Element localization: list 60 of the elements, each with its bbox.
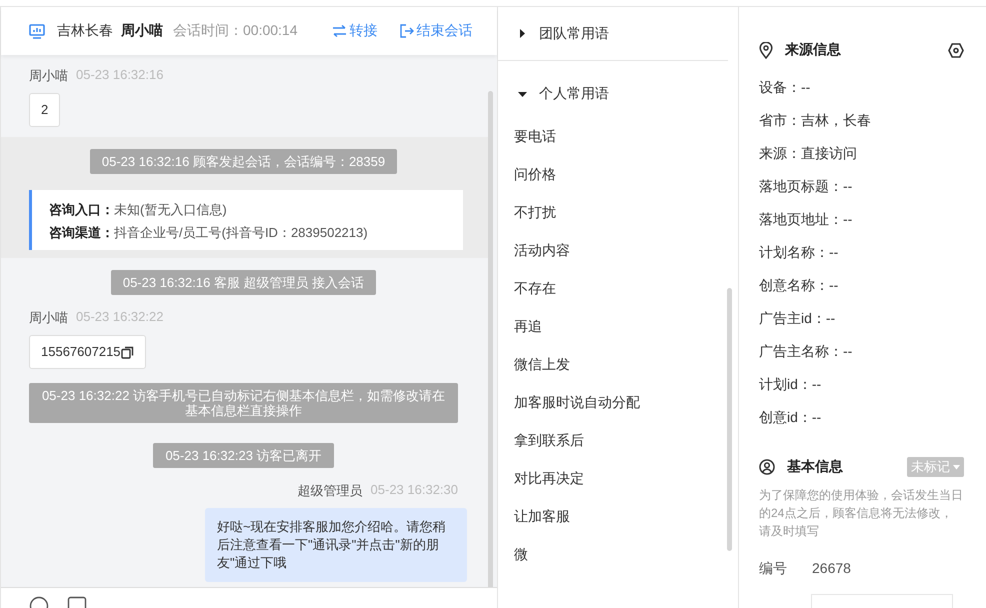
info-row-text: 落地页地址：--	[759, 210, 852, 229]
sender-name: 周小喵	[29, 67, 68, 85]
scrollbar[interactable]	[727, 288, 732, 551]
phrase-item[interactable]: 要电话	[498, 117, 718, 155]
visitor-location: 吉林长春	[57, 22, 113, 40]
caret-right-icon	[518, 29, 527, 38]
hexagon-settings-icon[interactable]	[948, 42, 964, 58]
info-row-text: 落地页标题：--	[759, 177, 852, 196]
scrollbar[interactable]	[488, 91, 493, 587]
sender-name: 周小喵	[29, 309, 68, 327]
entry-info-row-text: 咨询渠道：抖音企业号/员工号(抖音号ID：2839502213)	[49, 224, 369, 242]
system-notice: 05-23 16:32:16 顾客发起会话，会话编号：28359	[90, 149, 398, 174]
info-row-text: 计划id：--	[759, 375, 822, 394]
monitor-icon	[29, 24, 45, 38]
info-row-text: 省市：吉林，长春	[759, 111, 871, 130]
swap-arrows-icon	[332, 25, 346, 37]
caret-down-icon	[518, 90, 527, 98]
exit-icon	[400, 24, 414, 38]
info-row-text: 创意名称：--	[759, 276, 838, 295]
caret-down-icon	[953, 464, 960, 470]
phrase-item[interactable]: 对比再决定	[498, 459, 718, 497]
phrase-item[interactable]: 拿到联系后	[498, 421, 718, 459]
info-row-text: 创意id：--	[759, 408, 822, 427]
phrase-item[interactable]: 活动内容	[498, 231, 718, 269]
phrase-group-title: 团队常用语	[539, 24, 609, 42]
phrase-item[interactable]: 不存在	[498, 269, 718, 307]
entry-info-row-text: 咨询入口：未知(暂无入口信息)	[49, 201, 228, 219]
phrase-item[interactable]: 再追	[498, 307, 718, 345]
message-bubble: 2	[29, 93, 60, 127]
section-title: 来源信息	[785, 41, 841, 59]
phrase-item[interactable]: 问价格	[498, 155, 718, 193]
visitor-name: 周小喵	[121, 22, 163, 40]
sender-name: 超级管理员	[298, 482, 363, 500]
message-time: 05-23 16:32:30	[370, 482, 458, 499]
phrase-item[interactable]: 微	[498, 535, 718, 573]
phrase-item[interactable]: 让加客服	[498, 497, 718, 535]
info-row-text: 来源：直接访问	[759, 144, 857, 163]
location-pin-icon	[759, 42, 773, 58]
info-row-text: 设备：--	[759, 78, 810, 97]
message-text: 15567607215	[41, 344, 121, 360]
info-note: 为了保障您的使用体验，会话发生当日的24点之后，顾客信息将无法修改，请及时填写	[759, 487, 964, 540]
system-notice: 05-23 16:32:22 访客手机号已自动标记右侧基本信息栏，如需修改请在基本信息栏直接操作	[29, 383, 458, 423]
phrase-item[interactable]: 不打扰	[498, 193, 718, 231]
phrase-item[interactable]: 加客服时说自动分配	[498, 383, 718, 421]
info-row-text: 计划名称：--	[759, 243, 838, 262]
section-title: 基本信息	[787, 458, 843, 476]
system-notice: 05-23 16:32:23 访客已离开	[153, 443, 334, 468]
phrase-group-title: 个人常用语	[539, 85, 609, 103]
phrase-item[interactable]: 微信上发	[498, 345, 718, 383]
field-value: 26678	[812, 560, 851, 578]
copy-icon[interactable]	[120, 346, 134, 358]
message-bubble: 好哒~现在安排客服加您介绍哈。请您稍后注意查看一下"通讯录"并点击"新的朋友"通过下哦	[205, 508, 467, 582]
field-label: 编号	[759, 560, 788, 578]
system-notice: 05-23 16:32:16 客服 超级管理员 接入会话	[110, 270, 376, 295]
message-time: 05-23 16:32:22	[76, 309, 164, 326]
session-duration: 会话时间：00:00:14	[173, 22, 298, 40]
message-time: 05-23 16:32:16	[76, 67, 164, 84]
info-row-text: 广告主id：--	[759, 309, 836, 328]
user-circle-icon	[759, 459, 775, 475]
info-row-text: 广告主名称：--	[759, 342, 852, 361]
